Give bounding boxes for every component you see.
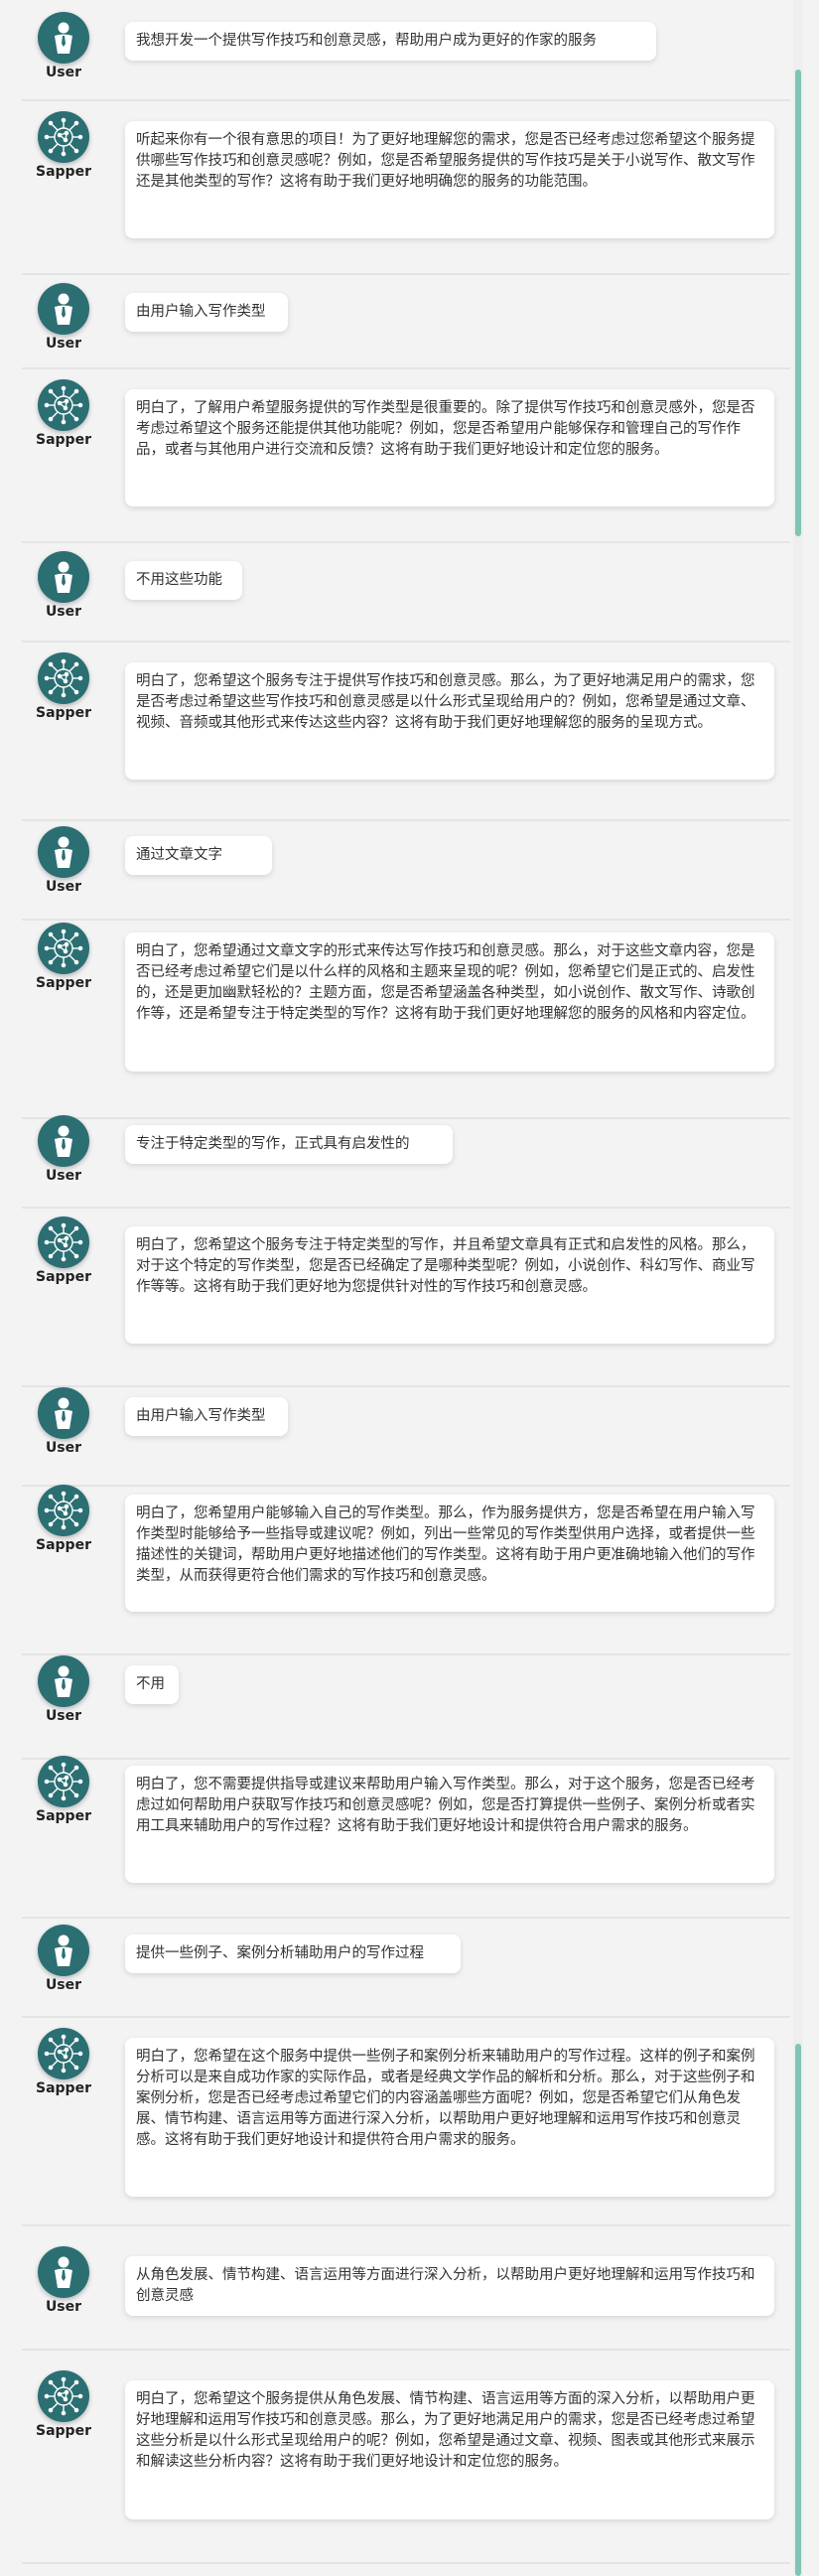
avatar: Sapper xyxy=(36,379,91,449)
message-text: 不用这些功能 xyxy=(125,561,242,600)
message-text: 专注于特定类型的写作，正式具有启发性的 xyxy=(125,1125,453,1164)
message-text: 通过文章文字 xyxy=(125,836,272,875)
message-text: 我想开发一个提供写作技巧和创意灵感，帮助用户成为更好的作家的服务 xyxy=(125,22,656,61)
network-brain-icon xyxy=(38,1485,89,1536)
person-icon xyxy=(38,1115,89,1167)
user-message: User 从角色发展、情节构建、语言运用等方面进行深入分析，以帮助用户更好地理解和… xyxy=(22,2224,790,2351)
avatar: Sapper xyxy=(36,111,91,181)
person-icon xyxy=(38,1925,89,1976)
message-text: 明白了，了解用户希望服务提供的写作类型是很重要的。除了提供写作技巧和创意灵感外，… xyxy=(125,389,774,506)
assistant-message: Sapper 明白了，您不需要提供指导或建议来帮助用户输入写作类型。那么，对于这个… xyxy=(22,1756,790,1919)
message-text: 由用户输入写作类型 xyxy=(125,293,288,332)
person-icon xyxy=(38,283,89,335)
avatar-name: Sapper xyxy=(36,1537,91,1553)
message-text: 不用 xyxy=(125,1665,179,1704)
network-brain-icon xyxy=(38,652,89,704)
message-text: 明白了，您不需要提供指导或建议来帮助用户输入写作类型。那么，对于这个服务，您是否… xyxy=(125,1766,774,1883)
avatar: User xyxy=(36,1115,91,1185)
avatar: Sapper xyxy=(36,2028,91,2097)
assistant-message: Sapper 听起来你有一个很有意思的项目！为了更好地理解您的需求，您是否已经考虑… xyxy=(22,99,790,275)
avatar: User xyxy=(36,551,91,621)
user-message: User 不用这些功能 xyxy=(22,541,790,643)
avatar: Sapper xyxy=(36,2370,91,2440)
person-icon xyxy=(38,1655,89,1707)
user-message: User 专注于特定类型的写作，正式具有启发性的 xyxy=(22,1115,790,1209)
avatar: User xyxy=(36,1655,91,1725)
assistant-message: Sapper 明白了，您希望这个服务专注于提供写作技巧和创意灵感。那么，为了更好地… xyxy=(22,641,790,821)
avatar-name: Sapper xyxy=(36,164,91,180)
assistant-message: Sapper 明白了，您希望这个服务专注于特定类型的写作，并且希望文章具有正式和启… xyxy=(22,1207,790,1387)
person-icon xyxy=(38,551,89,603)
avatar-name: Sapper xyxy=(36,2080,91,2096)
assistant-message: Sapper 明白了，您希望在这个服务中提供一些例子和案例分析来辅助用户的写作过程… xyxy=(22,2016,790,2226)
avatar: User xyxy=(36,12,91,81)
message-text: 听起来你有一个很有意思的项目！为了更好地理解您的需求，您是否已经考虑过您希望这个… xyxy=(125,121,774,238)
avatar-name: Sapper xyxy=(36,705,91,721)
scrollbar-thumb[interactable] xyxy=(795,70,801,536)
avatar: Sapper xyxy=(36,923,91,992)
avatar-name: User xyxy=(45,1168,82,1184)
avatar: User xyxy=(36,826,91,896)
message-text: 明白了，您希望这个服务专注于特定类型的写作，并且希望文章具有正式和启发性的风格。… xyxy=(125,1226,774,1344)
message-text: 明白了，您希望这个服务提供从角色发展、情节构建、语言运用等方面的深入分析，以帮助… xyxy=(125,2380,774,2519)
person-icon xyxy=(38,2246,89,2298)
avatar-name: Sapper xyxy=(36,1808,91,1824)
assistant-message: Sapper 明白了，您希望这个服务提供从角色发展、情节构建、语言运用等方面的深入… xyxy=(22,2349,790,2564)
avatar-name: Sapper xyxy=(36,1269,91,1285)
user-message: User 由用户输入写作类型 xyxy=(22,273,790,369)
person-icon xyxy=(38,12,89,64)
avatar-name: User xyxy=(45,1440,82,1456)
user-message: User 通过文章文字 xyxy=(22,819,790,921)
avatar: Sapper xyxy=(36,1485,91,1554)
network-brain-icon xyxy=(38,2028,89,2079)
avatar-name: User xyxy=(45,2299,82,2315)
avatar-name: User xyxy=(45,65,82,80)
assistant-message: Sapper 明白了，您希望通过文章文字的形式来传达写作技巧和创意灵感。那么，对于… xyxy=(22,919,790,1119)
scrollbar-thumb[interactable] xyxy=(795,2044,801,2576)
message-text: 从角色发展、情节构建、语言运用等方面进行深入分析，以帮助用户更好地理解和运用写作… xyxy=(125,2256,774,2316)
person-icon xyxy=(38,826,89,878)
avatar-name: User xyxy=(45,604,82,620)
network-brain-icon xyxy=(38,923,89,974)
message-text: 明白了，您希望用户能够输入自己的写作类型。那么，作为服务提供方，您是否希望在用户… xyxy=(125,1495,774,1612)
avatar-name: Sapper xyxy=(36,2423,91,2439)
avatar-name: Sapper xyxy=(36,432,91,448)
avatar-name: User xyxy=(45,879,82,895)
message-text: 明白了，您希望通过文章文字的形式来传达写作技巧和创意灵感。那么，对于这些文章内容… xyxy=(125,932,774,1072)
user-message: User 不用 xyxy=(22,1653,790,1760)
user-message: User 由用户输入写作类型 xyxy=(22,1385,790,1487)
network-brain-icon xyxy=(38,2370,89,2422)
person-icon xyxy=(38,1387,89,1439)
avatar: User xyxy=(36,1387,91,1457)
message-text: 由用户输入写作类型 xyxy=(125,1397,288,1436)
network-brain-icon xyxy=(38,1216,89,1268)
network-brain-icon xyxy=(38,379,89,431)
assistant-message: Sapper 明白了，了解用户希望服务提供的写作类型是很重要的。除了提供写作技巧和… xyxy=(22,367,790,543)
assistant-message: Sapper 明白了，您希望用户能够输入自己的写作类型。那么，作为服务提供方，您是… xyxy=(22,1485,790,1655)
avatar-name: User xyxy=(45,1977,82,1993)
user-message: User 我想开发一个提供写作技巧和创意灵感，帮助用户成为更好的作家的服务 xyxy=(22,0,790,101)
avatar: User xyxy=(36,283,91,353)
user-message: User 提供一些例子、案例分析辅助用户的写作过程 xyxy=(22,1917,790,2018)
avatar: Sapper xyxy=(36,1756,91,1825)
avatar-name: User xyxy=(45,336,82,352)
avatar-name: Sapper xyxy=(36,975,91,991)
network-brain-icon xyxy=(38,1756,89,1807)
avatar: User xyxy=(36,2246,91,2316)
avatar: Sapper xyxy=(36,652,91,722)
message-text: 明白了，您希望这个服务专注于提供写作技巧和创意灵感。那么，为了更好地满足用户的需… xyxy=(125,662,774,780)
avatar-name: User xyxy=(45,1708,82,1724)
avatar: User xyxy=(36,1925,91,1994)
avatar: Sapper xyxy=(36,1216,91,1286)
network-brain-icon xyxy=(38,111,89,163)
message-text: 提供一些例子、案例分析辅助用户的写作过程 xyxy=(125,1934,461,1973)
message-text: 明白了，您希望在这个服务中提供一些例子和案例分析来辅助用户的写作过程。这样的例子… xyxy=(125,2038,774,2197)
